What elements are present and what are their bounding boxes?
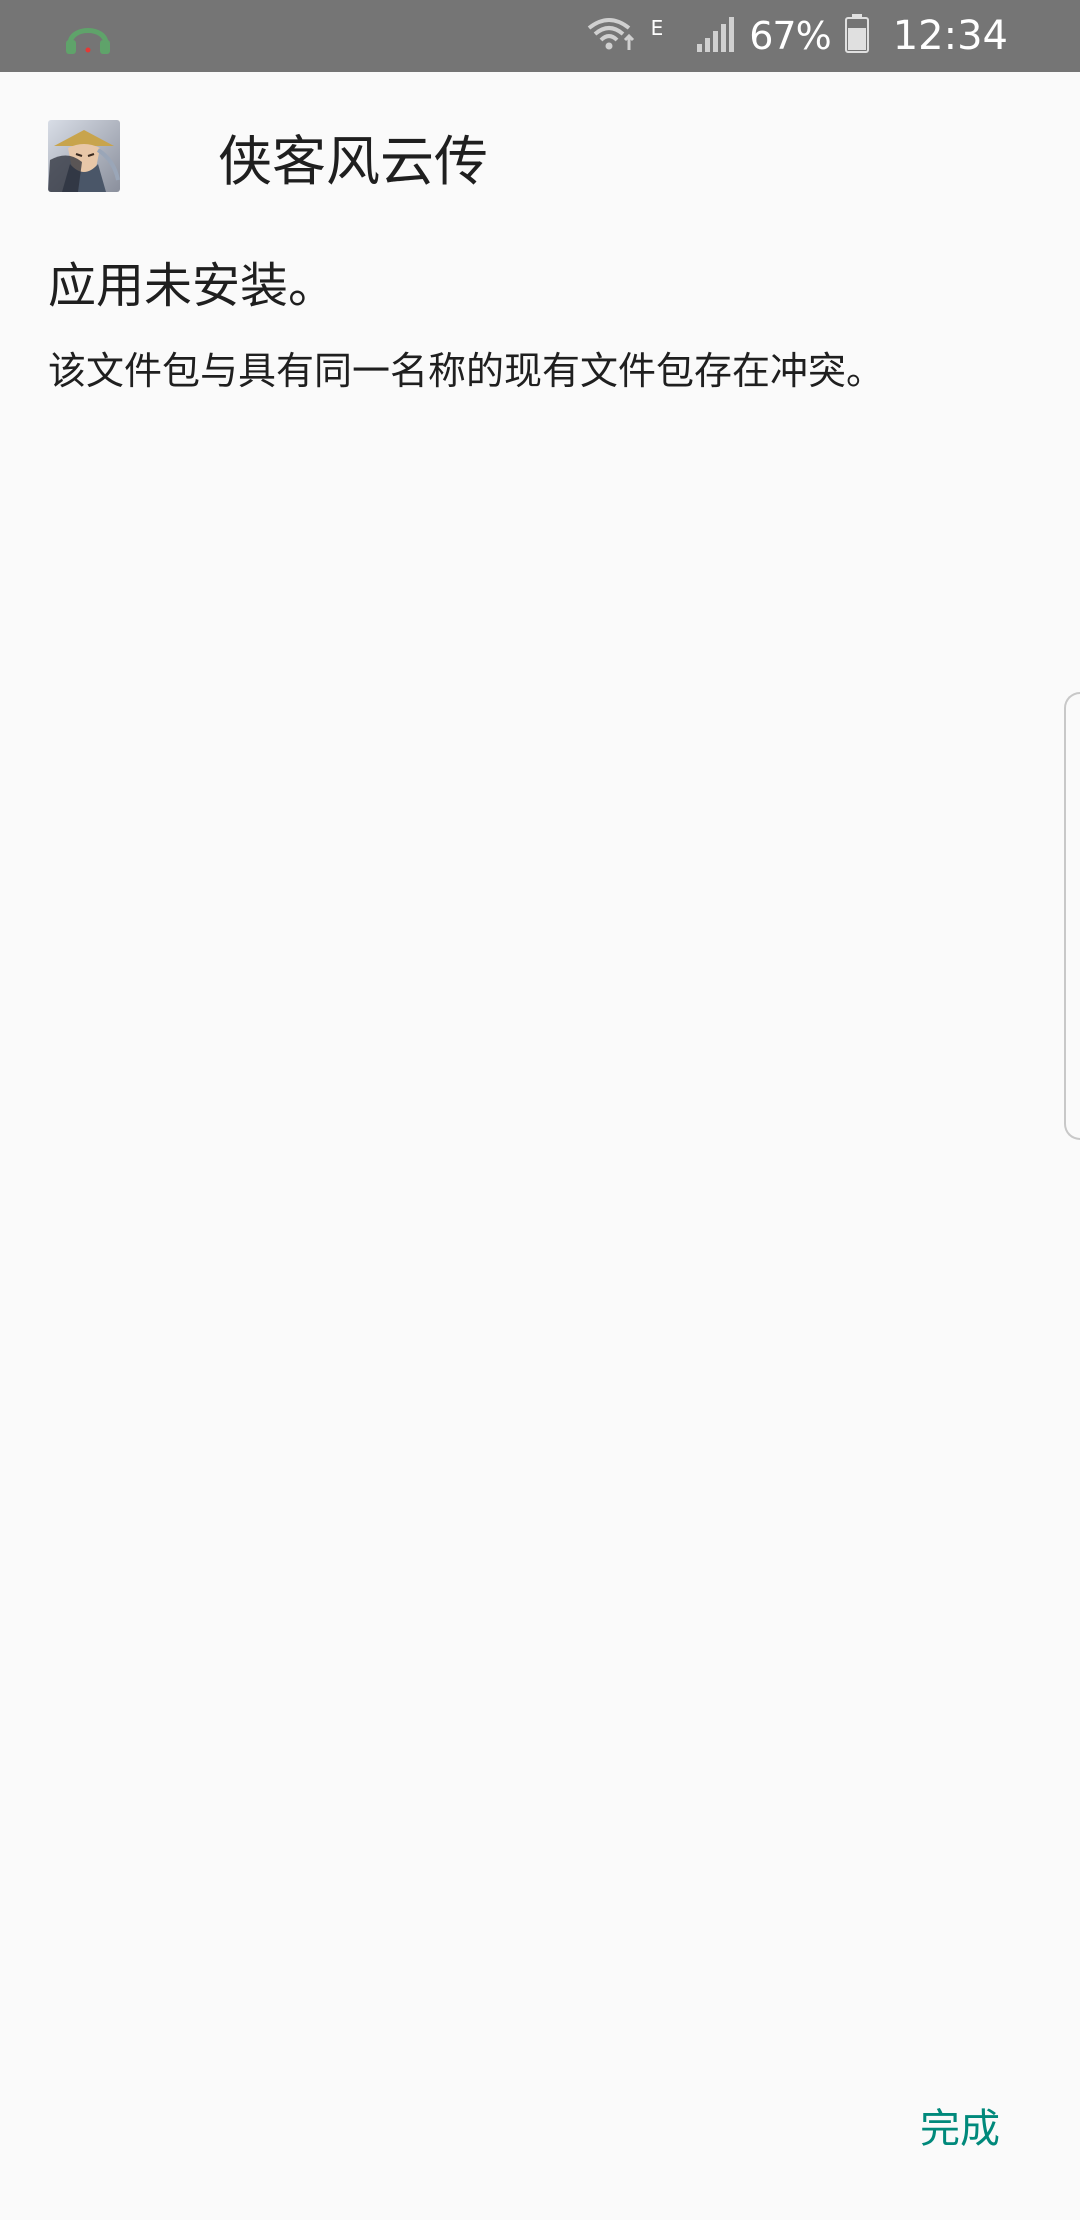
battery-icon [844, 14, 869, 58]
signal-icon [695, 16, 735, 56]
network-type-label: E [650, 16, 664, 40]
wifi-icon [585, 14, 637, 58]
edge-panel-handle[interactable] [1064, 692, 1080, 1140]
app-name: 侠客风云传 [218, 129, 488, 193]
clock: 12:34 [892, 13, 1008, 59]
done-button[interactable]: 完成 [920, 2086, 1000, 2164]
install-result-screen: 侠客风云传 应用未安装。 该文件包与具有同一名称的现有文件包存在冲突。 完成 [0, 72, 1080, 2220]
install-error-detail: 该文件包与具有同一名称的现有文件包存在冲突。 [48, 349, 885, 393]
status-bar: E 67% 12:34 [0, 0, 1080, 72]
app-icon [48, 120, 120, 192]
app-header: 侠客风云传 [48, 120, 488, 193]
install-status-title: 应用未安装。 [48, 258, 337, 314]
headset-icon [64, 16, 112, 56]
battery-percent: 67% [749, 14, 831, 58]
status-indicators: E 67% 12:34 [585, 0, 1008, 72]
